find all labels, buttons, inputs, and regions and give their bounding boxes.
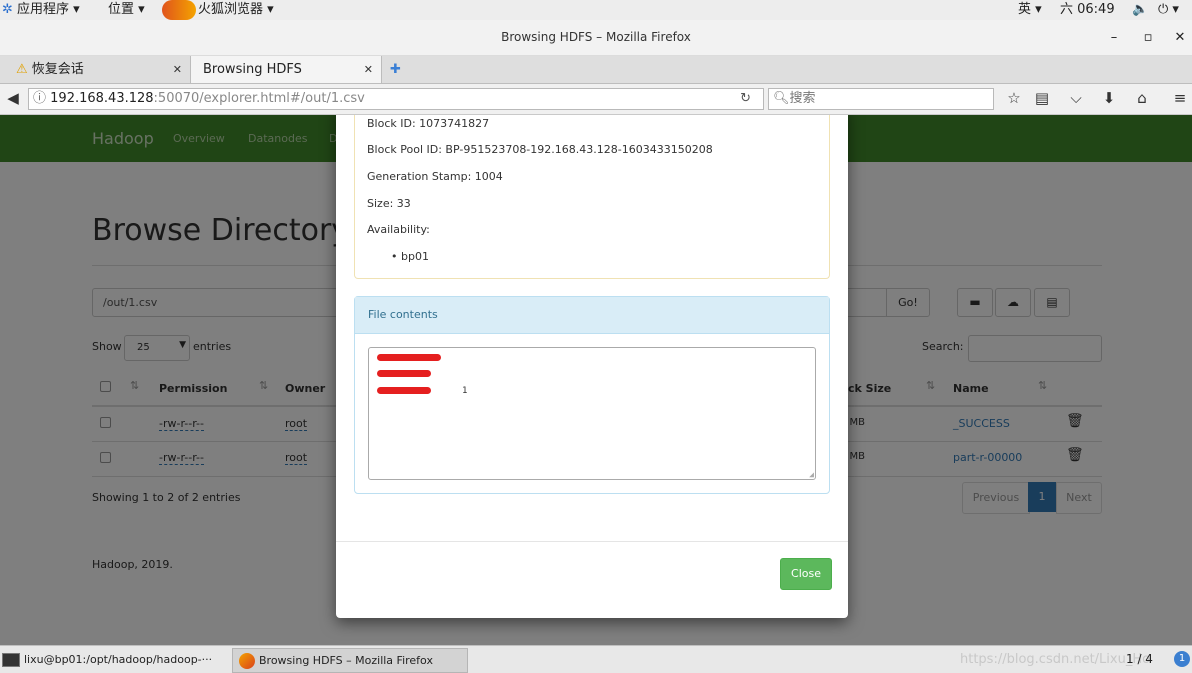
file-contents-heading: File contents bbox=[355, 297, 829, 334]
file-contents-textarea[interactable]: 1 ◢ bbox=[368, 347, 816, 480]
back-icon[interactable]: ◀ bbox=[3, 88, 23, 108]
file-contents-title: File contents bbox=[368, 308, 438, 321]
node-name: bp01 bbox=[401, 250, 429, 263]
file-content-value: 1 bbox=[462, 386, 468, 396]
close-button[interactable]: Close bbox=[780, 558, 832, 590]
window-titlebar: Browsing HDFS – Mozilla Firefox – ▫ ✕ bbox=[0, 20, 1192, 56]
firefox-logo-icon bbox=[162, 0, 196, 20]
tab-label: Browsing HDFS bbox=[203, 62, 302, 77]
tab-restore-session[interactable]: ⚠ 恢复会话 ✕ bbox=[0, 56, 190, 83]
taskbar-terminal[interactable]: lixu@bp01:/opt/hadoop/hadoop-··· bbox=[2, 648, 228, 671]
availability-node: • bp01 bbox=[391, 250, 429, 263]
warning-icon: ⚠ bbox=[16, 62, 28, 77]
info-icon: ⓘ bbox=[33, 91, 47, 106]
apps-menu[interactable]: ✲ 应用程序 ▾ bbox=[2, 0, 80, 20]
search-icon: 🔍︎ bbox=[773, 91, 790, 106]
taskbar-firefox[interactable]: Browsing HDFS – Mozilla Firefox bbox=[232, 648, 468, 673]
tab-close-icon[interactable]: ✕ bbox=[364, 56, 373, 83]
close-window-button[interactable]: ✕ bbox=[1170, 20, 1190, 55]
search-placeholder: 搜索 bbox=[789, 91, 816, 106]
redaction-mark bbox=[377, 354, 441, 361]
taskbar-firefox-label: Browsing HDFS – Mozilla Firefox bbox=[259, 654, 433, 667]
watermark: https://blog.csdn.net/Lixu_Ho bbox=[960, 652, 1151, 667]
search-input[interactable]: 🔍︎搜索 bbox=[768, 88, 994, 110]
reload-icon[interactable]: ↻ bbox=[740, 89, 751, 109]
download-icon[interactable]: ⬇ bbox=[1099, 88, 1119, 108]
resize-handle-icon[interactable]: ◢ bbox=[809, 470, 814, 479]
redaction-mark bbox=[377, 370, 431, 377]
minimize-button[interactable]: – bbox=[1104, 20, 1124, 55]
window-title: Browsing HDFS – Mozilla Firefox bbox=[501, 30, 691, 44]
notification-icon[interactable]: 1 bbox=[1174, 651, 1190, 667]
workspace-pager[interactable]: 1 / 4 bbox=[1126, 648, 1153, 671]
modal-footer-divider bbox=[336, 541, 848, 542]
apps-icon: ✲ bbox=[2, 2, 13, 17]
bookmark-star-icon[interactable]: ☆ bbox=[1004, 88, 1024, 108]
block-id: Block ID: 1073741827 bbox=[367, 117, 490, 130]
navigation-toolbar: ◀ ⓘ 192.168.43.128:50070/explorer.html#/… bbox=[0, 84, 1192, 115]
tab-browsing-hdfs[interactable]: Browsing HDFS ✕ bbox=[190, 56, 382, 83]
maximize-button[interactable]: ▫ bbox=[1138, 20, 1158, 55]
gnome-top-bar: ✲ 应用程序 ▾ 位置 ▾ 火狐浏览器 ▾ 英 ▾ 六 06:49 🔈 ⏻ ▾ bbox=[0, 0, 1192, 21]
places-menu[interactable]: 位置 ▾ bbox=[108, 0, 145, 20]
generation-stamp: Generation Stamp: 1004 bbox=[367, 170, 503, 183]
home-icon[interactable]: ⌂ bbox=[1132, 88, 1152, 108]
tab-bar: ⚠ 恢复会话 ✕ Browsing HDFS ✕ ✚ bbox=[0, 56, 1192, 84]
apps-menu-label: 应用程序 ▾ bbox=[17, 2, 80, 17]
taskbar: lixu@bp01:/opt/hadoop/hadoop-··· Browsin… bbox=[0, 645, 1192, 673]
file-contents-panel: File contents 1 ◢ bbox=[354, 296, 830, 494]
browser-menu-label: 火狐浏览器 ▾ bbox=[198, 2, 274, 17]
input-method-menu[interactable]: 英 ▾ bbox=[1018, 0, 1042, 20]
page-content: Hadoop Overview Datanodes D Browse Direc… bbox=[0, 115, 1192, 645]
new-tab-icon[interactable]: ✚ bbox=[390, 56, 401, 83]
reader-icon[interactable]: ▤ bbox=[1032, 88, 1052, 108]
block-size: Size: 33 bbox=[367, 197, 411, 210]
file-info-modal: Block ID: 1073741827 Block Pool ID: BP-9… bbox=[336, 115, 848, 618]
browser-menu[interactable]: 火狐浏览器 ▾ bbox=[162, 0, 274, 20]
taskbar-terminal-label: lixu@bp01:/opt/hadoop/hadoop-··· bbox=[24, 653, 213, 666]
volume-icon[interactable]: 🔈 bbox=[1132, 0, 1148, 20]
redaction-mark bbox=[377, 387, 431, 394]
power-icon[interactable]: ⏻ ▾ bbox=[1158, 0, 1179, 20]
url-path: :50070/explorer.html#/out/1.csv bbox=[153, 91, 365, 106]
firefox-icon bbox=[239, 653, 255, 669]
url-host: 192.168.43.128 bbox=[50, 91, 154, 106]
tab-close-icon[interactable]: ✕ bbox=[173, 56, 182, 83]
menu-icon[interactable]: ≡ bbox=[1170, 88, 1190, 108]
pocket-icon[interactable]: ⌵ bbox=[1066, 88, 1086, 108]
tab-label: 恢复会话 bbox=[31, 62, 84, 77]
terminal-icon bbox=[2, 653, 20, 667]
url-bar[interactable]: ⓘ 192.168.43.128:50070/explorer.html#/ou… bbox=[28, 88, 764, 110]
clock[interactable]: 六 06:49 bbox=[1060, 0, 1115, 20]
availability-label: Availability: bbox=[367, 223, 430, 236]
block-pool-id: Block Pool ID: BP-951523708-192.168.43.1… bbox=[367, 143, 713, 156]
